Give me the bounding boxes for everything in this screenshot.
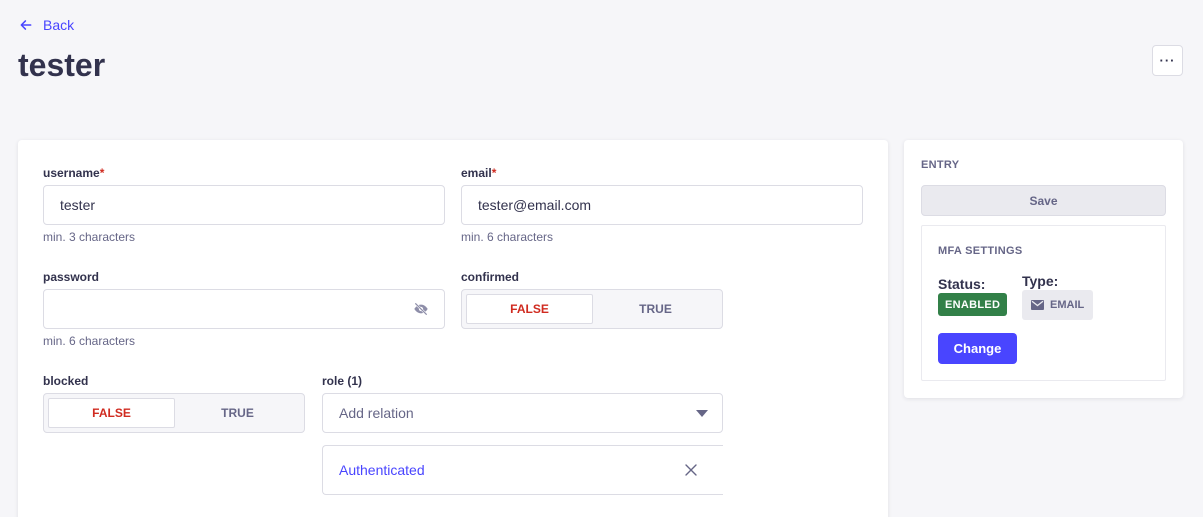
type-badge: EMAIL — [1022, 290, 1094, 320]
page-title: tester — [18, 47, 106, 83]
status-badge: ENABLED — [938, 293, 1008, 316]
confirmed-false-option[interactable]: FALSE — [466, 294, 593, 324]
confirmed-true-option[interactable]: TRUE — [593, 294, 718, 324]
email-hint: min. 6 characters — [461, 230, 554, 244]
blocked-label: blocked — [43, 374, 89, 388]
mfa-settings-box: MFA SETTINGS Status: ENABLED Type: EMAIL… — [921, 225, 1166, 381]
blocked-false-option[interactable]: FALSE — [48, 398, 175, 428]
entry-side-panel: ENTRY Save MFA SETTINGS Status: ENABLED … — [904, 140, 1183, 398]
email-label-text: email — [461, 166, 492, 180]
username-label: username* — [43, 166, 104, 180]
close-icon[interactable] — [685, 464, 697, 476]
arrow-left-icon — [20, 20, 32, 30]
eye-slash-icon[interactable] — [413, 301, 429, 317]
role-label: role (1) — [322, 374, 363, 388]
blocked-toggle: FALSE TRUE — [43, 393, 305, 433]
mail-icon — [1031, 300, 1044, 310]
entry-heading: ENTRY — [921, 159, 960, 171]
add-relation-select[interactable]: Add relation — [322, 393, 723, 433]
required-mark: * — [99, 166, 105, 180]
username-input[interactable] — [43, 185, 445, 225]
type-value: EMAIL — [1050, 299, 1085, 311]
save-button[interactable]: Save — [921, 185, 1166, 216]
mfa-heading: MFA SETTINGS — [938, 245, 1023, 257]
page: Back tester ··· username* min. 3 charact… — [0, 0, 1203, 517]
caret-down-icon — [696, 409, 708, 417]
password-input[interactable] — [43, 289, 445, 329]
username-label-text: username — [43, 166, 100, 180]
back-label: Back — [43, 17, 75, 33]
confirmed-toggle: FALSE TRUE — [461, 289, 723, 329]
add-relation-placeholder: Add relation — [339, 405, 414, 421]
edit-form-card: username* min. 3 characters email* min. … — [18, 140, 888, 517]
email-label: email* — [461, 166, 496, 180]
mfa-status-label: Status: — [938, 276, 986, 292]
mfa-type-label: Type: — [1022, 273, 1059, 289]
more-actions-button[interactable]: ··· — [1152, 45, 1183, 76]
username-hint: min. 3 characters — [43, 230, 136, 244]
password-hint: min. 6 characters — [43, 334, 136, 348]
relation-item: Authenticated — [322, 445, 723, 495]
required-mark: * — [491, 166, 497, 180]
back-link[interactable]: Back — [19, 17, 74, 33]
confirmed-label: confirmed — [461, 270, 520, 284]
relation-item-link[interactable]: Authenticated — [339, 462, 425, 478]
blocked-true-option[interactable]: TRUE — [175, 398, 300, 428]
email-input[interactable] — [461, 185, 863, 225]
password-label: password — [43, 270, 100, 284]
change-mfa-button[interactable]: Change — [938, 333, 1017, 364]
